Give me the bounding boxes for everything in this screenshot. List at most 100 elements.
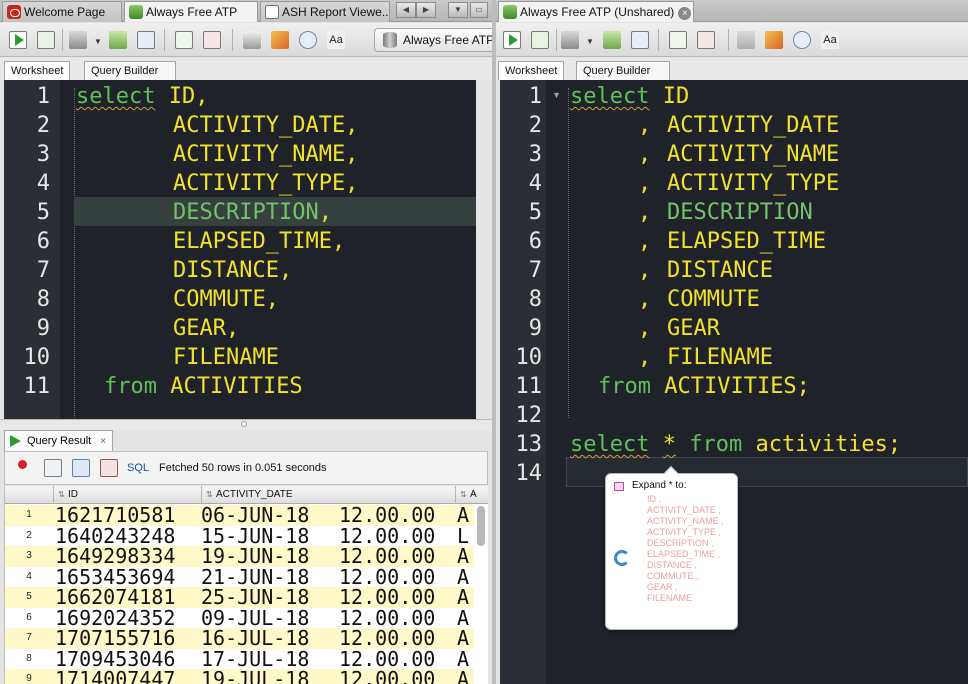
- report-icon: [265, 5, 279, 19]
- line-number: 10: [515, 345, 543, 370]
- table-row[interactable]: 8 1709453046 17-JUL-18 12.00.00 A: [5, 648, 474, 670]
- run-script-button[interactable]: [34, 28, 58, 52]
- restore-window-button[interactable]: ▭: [470, 2, 488, 18]
- result-splitter[interactable]: [0, 419, 492, 430]
- line-number: 3: [528, 142, 542, 167]
- expand-icon: [614, 482, 624, 491]
- vertical-scrollbar[interactable]: [477, 506, 485, 546]
- table-cell[interactable]: 1707155716: [55, 627, 175, 649]
- chevron-down-icon[interactable]: ▼: [94, 37, 102, 46]
- table-cell[interactable]: 12.00.00: [339, 668, 435, 684]
- table-cell[interactable]: A: [457, 504, 469, 526]
- tab-ash-report-viewer[interactable]: ASH Report Viewe...: [260, 1, 390, 22]
- history-button[interactable]: [790, 28, 814, 52]
- table-row[interactable]: 2 1640243248 15-JUN-18 12.00.00 L: [5, 525, 474, 547]
- column-header-id[interactable]: ⇅ ID: [53, 486, 201, 504]
- refresh-icon[interactable]: [614, 550, 630, 566]
- run-script-icon: [37, 31, 55, 49]
- tab-always-free-atp[interactable]: Always Free ATP: [124, 1, 258, 22]
- rollback-button[interactable]: [200, 28, 224, 52]
- fold-icon[interactable]: ▼: [552, 90, 561, 100]
- chevron-down-icon[interactable]: ▼: [586, 37, 594, 46]
- table-cell[interactable]: 1621710581: [55, 504, 175, 526]
- sql-editor[interactable]: 1 2 3 4 5 6 7 8 9 10 11 select ID, ACTIV…: [4, 80, 476, 419]
- table-cell[interactable]: 12.00.00: [339, 627, 435, 649]
- history-button[interactable]: [296, 28, 320, 52]
- column-header-activity-name[interactable]: ⇅ A: [455, 486, 488, 504]
- tab-always-free-atp-unshared[interactable]: Always Free ATP (Unshared) ×: [498, 1, 694, 22]
- clear-button[interactable]: [268, 28, 292, 52]
- autotrace-button[interactable]: [106, 28, 130, 52]
- sort-icon: ⇅: [460, 490, 467, 499]
- line-number: 8: [36, 287, 50, 312]
- explain-plan-button[interactable]: [628, 28, 652, 52]
- expand-star-tooltip[interactable]: Expand * to: ID , ACTIVITY_DATE , ACTIVI…: [605, 465, 738, 630]
- worksheet-toolbar: ▼ Aa: [496, 23, 968, 57]
- run-statement-button[interactable]: [6, 28, 30, 52]
- table-row[interactable]: 7 1707155716 16-JUL-18 12.00.00 A: [5, 627, 474, 649]
- tab-scroll-left-button[interactable]: ◀: [396, 2, 416, 18]
- commit-transaction-button[interactable]: [172, 28, 196, 52]
- close-icon[interactable]: ×: [100, 436, 106, 447]
- text-case-icon: Aa: [327, 31, 345, 49]
- tab-welcome-page[interactable]: Welcome Page: [2, 1, 122, 22]
- run-statement-button[interactable]: [500, 28, 524, 52]
- tab-worksheet[interactable]: Worksheet: [498, 61, 565, 80]
- table-cell[interactable]: 19-JUL-18: [201, 668, 309, 684]
- tab-scroll-right-button[interactable]: ▶: [416, 2, 436, 18]
- table-cell[interactable]: 1662074181: [55, 586, 175, 608]
- rollback-button[interactable]: [694, 28, 718, 52]
- table-cell[interactable]: 12.00.00: [339, 586, 435, 608]
- table-row[interactable]: 9 1714007447 19-JUL-18 12.00.00 A: [5, 668, 474, 684]
- table-cell[interactable]: A: [457, 627, 469, 649]
- cancel-fetch-button[interactable]: [97, 456, 121, 480]
- table-cell[interactable]: 1714007447: [55, 668, 175, 684]
- comma: ,: [638, 171, 652, 196]
- query-result-grid[interactable]: ⇅ ID ⇅ ACTIVITY_DATE ⇅ A 1 1621710581 06-JUN-…: [4, 486, 488, 684]
- clear-button[interactable]: [762, 28, 786, 52]
- pin-button[interactable]: [15, 460, 29, 474]
- format-case-button[interactable]: Aa: [818, 28, 842, 52]
- commit-transaction-button[interactable]: [666, 28, 690, 52]
- table-row[interactable]: 1 1621710581 06-JUN-18 12.00.00 A: [5, 504, 474, 526]
- table-row[interactable]: 6 1692024352 09-JUL-18 12.00.00 A: [5, 607, 474, 629]
- code-line-13: select * from activities;: [570, 430, 901, 459]
- tab-query-builder[interactable]: Query Builder: [576, 61, 670, 80]
- commit-button[interactable]: [558, 28, 582, 52]
- column-header-activity-date[interactable]: ⇅ ACTIVITY_DATE: [201, 486, 455, 504]
- table-row[interactable]: 5 1662074181 25-JUN-18 12.00.00 A: [5, 586, 474, 608]
- tab-list-dropdown-button[interactable]: ▼: [448, 2, 468, 18]
- refresh-button[interactable]: [41, 456, 65, 480]
- run-script-button[interactable]: [528, 28, 552, 52]
- close-icon[interactable]: ×: [678, 7, 692, 20]
- sql-tuning-button[interactable]: [734, 28, 758, 52]
- tab-worksheet[interactable]: Worksheet: [4, 61, 71, 80]
- table-cell[interactable]: 06-JUN-18: [201, 504, 309, 526]
- sql-worksheet-icon: [503, 5, 517, 19]
- connection-selector[interactable]: Always Free ATP: [374, 28, 492, 52]
- table-cell[interactable]: A: [457, 586, 469, 608]
- autotrace-button[interactable]: [600, 28, 624, 52]
- table-cell[interactable]: 12.00.00: [339, 545, 435, 567]
- table-cell[interactable]: A: [457, 545, 469, 567]
- run-icon: [10, 435, 21, 447]
- table-cell[interactable]: 19-JUN-18: [201, 545, 309, 567]
- table-cell[interactable]: 1649298334: [55, 545, 175, 567]
- explain-plan-button[interactable]: [134, 28, 158, 52]
- table-row[interactable]: 3 1649298334 19-JUN-18 12.00.00 A: [5, 545, 474, 567]
- table-cell[interactable]: 16-JUL-18: [201, 627, 309, 649]
- fetch-button[interactable]: [69, 456, 93, 480]
- tab-query-builder[interactable]: Query Builder: [84, 61, 176, 80]
- star-wildcard[interactable]: *: [663, 432, 676, 457]
- sql-button[interactable]: SQL: [127, 462, 149, 474]
- keyword-select: select: [570, 84, 650, 109]
- sql-tuning-button[interactable]: [240, 28, 264, 52]
- commit-button[interactable]: [66, 28, 90, 52]
- line-number: 11: [23, 374, 51, 399]
- table-row[interactable]: 4 1653453694 21-JUN-18 12.00.00 A: [5, 566, 474, 588]
- table-cell[interactable]: 25-JUN-18: [201, 586, 309, 608]
- format-case-button[interactable]: Aa: [324, 28, 348, 52]
- table-cell[interactable]: 12.00.00: [339, 504, 435, 526]
- tab-query-result[interactable]: Query Result ×: [4, 430, 114, 451]
- table-cell[interactable]: A: [457, 668, 469, 684]
